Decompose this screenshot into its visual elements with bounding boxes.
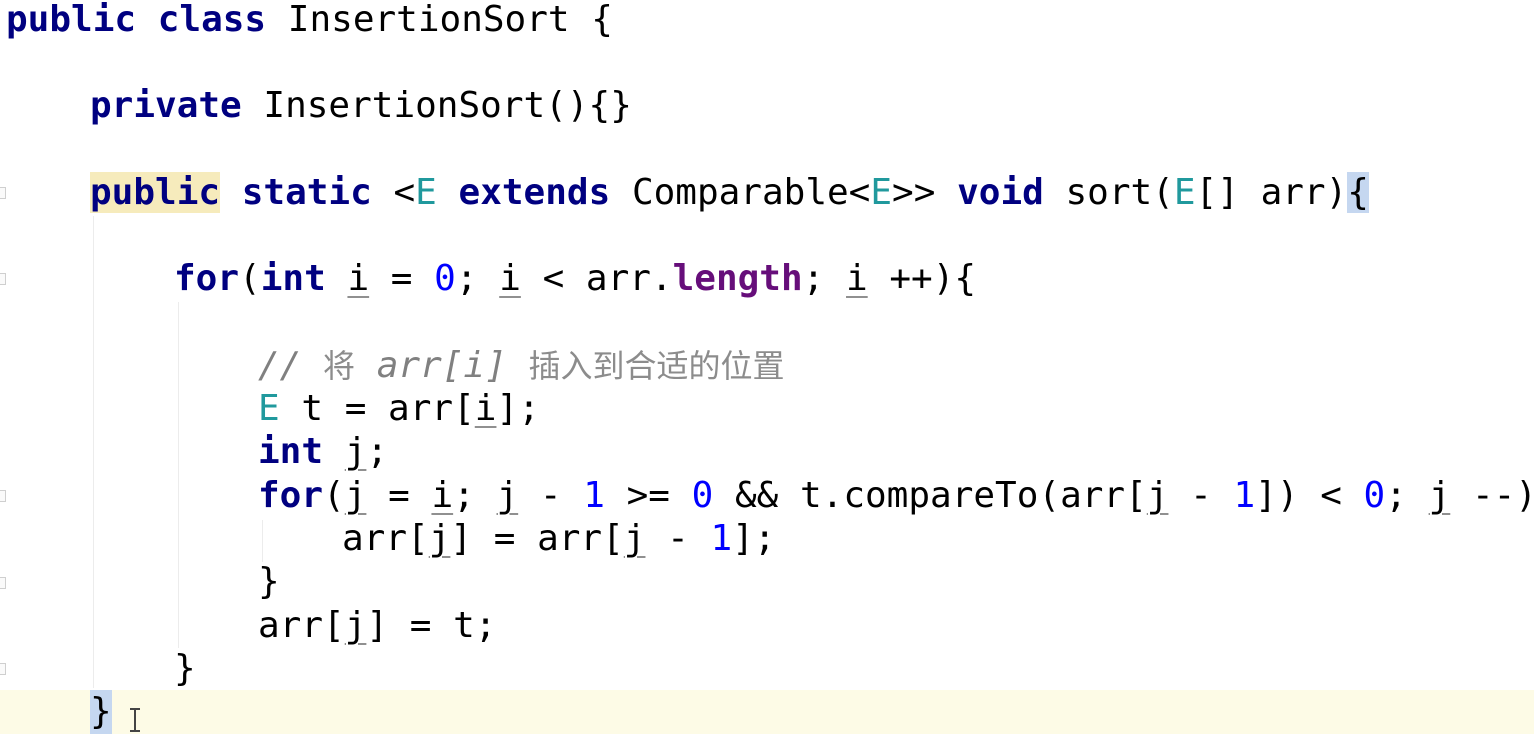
keyword: for <box>174 258 240 299</box>
keyword: private <box>90 85 242 126</box>
code-token: >= <box>604 475 692 516</box>
variable-i: i <box>499 258 521 299</box>
code-token: < arr. <box>520 258 673 299</box>
code-token: ( <box>239 258 261 299</box>
code-line[interactable]: for(int i = 0; i < arr.length; i ++){ <box>0 257 1534 301</box>
code-token: } <box>174 648 196 689</box>
code-token: && t.compareTo(arr[ <box>713 475 1147 516</box>
code-token: ( <box>323 475 345 516</box>
code-token: --){ <box>1471 475 1534 516</box>
keyword: int <box>260 258 326 299</box>
number-literal: 1 <box>1233 475 1256 516</box>
comment-cjk-text: 将 <box>323 347 356 385</box>
text-cursor-icon <box>130 708 140 732</box>
code-token: ; <box>455 258 500 299</box>
keyword: for <box>258 475 324 516</box>
variable-i: i <box>846 258 868 299</box>
code-token: < <box>393 172 416 213</box>
code-line[interactable]: } <box>0 560 1534 604</box>
keyword: public <box>6 0 137 40</box>
code-token: >> <box>892 172 936 213</box>
code-token: = <box>366 475 432 516</box>
keyword: class <box>157 0 267 40</box>
code-line[interactable]: arr[j] = t; <box>0 604 1534 648</box>
comment-cjk-text: 插入到合适的位置 <box>528 347 785 385</box>
keyword: extends <box>458 172 611 213</box>
variable-i: i <box>431 475 454 516</box>
number-literal: 0 <box>434 258 456 299</box>
code-line[interactable]: public class InsertionSort { <box>0 0 1534 42</box>
code-token: { <box>569 0 613 40</box>
variable-j: j <box>344 475 367 516</box>
variable-j: j <box>623 518 646 559</box>
code-line[interactable]: for(j = i; j - 1 >= 0 && t.compareTo(arr… <box>0 474 1534 518</box>
keyword: int <box>258 431 324 472</box>
code-line[interactable]: // 将 arr[i] 插入到合适的位置 <box>0 344 1534 388</box>
code-token: } <box>258 561 280 602</box>
type-parameter: E <box>415 172 437 213</box>
variable-i: i <box>347 258 370 299</box>
code-editor[interactable]: public class InsertionSort { private Ins… <box>0 0 1534 734</box>
keyword: void <box>957 172 1044 213</box>
code-token: ; <box>1385 475 1429 516</box>
variable-j: j <box>1428 475 1451 516</box>
keyword: public <box>90 172 221 213</box>
variable-i: i <box>474 388 497 429</box>
number-literal: 0 <box>691 475 714 516</box>
current-code-line[interactable]: } <box>0 690 1534 734</box>
code-token: ; <box>802 258 847 299</box>
code-token: - <box>645 518 711 559</box>
code-line[interactable]: public static <E extends Comparable<E>> … <box>0 171 1534 215</box>
code-line[interactable]: private InsertionSort(){} <box>0 84 1534 128</box>
code-token: ++){ <box>867 258 977 299</box>
type-parameter: E <box>1173 172 1196 213</box>
code-token: [] arr) <box>1195 172 1348 213</box>
code-token: ]; <box>732 518 776 559</box>
code-line[interactable]: E t = arr[i]; <box>0 387 1534 431</box>
code-token: arr[ <box>342 518 429 559</box>
code-token: ; <box>366 431 389 472</box>
code-token: - <box>1168 475 1234 516</box>
code-token: arr[ <box>258 605 345 646</box>
code-comment: // 将 arr[i] 插入到合适的位置 <box>258 345 785 386</box>
class-name: InsertionSort <box>287 0 570 40</box>
code-token: = <box>369 258 435 299</box>
matched-brace: { <box>1347 172 1369 213</box>
code-token: ] = arr[ <box>450 518 624 559</box>
variable-j: j <box>496 475 519 516</box>
variable-j: j <box>428 518 451 559</box>
constructor-name: InsertionSort <box>263 85 546 126</box>
variable-j: j <box>344 605 367 646</box>
code-line[interactable]: arr[j] = arr[j - 1]; <box>0 517 1534 561</box>
code-token: t = arr[ <box>279 388 475 429</box>
field-length: length <box>672 258 803 299</box>
code-token: ; <box>453 475 497 516</box>
variable-j: j <box>344 431 367 472</box>
keyword: static <box>241 172 372 213</box>
code-line[interactable]: int j; <box>0 430 1534 474</box>
method-name: sort( <box>1065 172 1174 213</box>
code-token: - <box>518 475 584 516</box>
code-token: Comparable< <box>631 172 871 213</box>
code-token: ]; <box>496 388 540 429</box>
code-token: (){} <box>545 85 632 126</box>
type-parameter: E <box>258 388 280 429</box>
code-token: ] = t; <box>366 605 497 646</box>
code-line[interactable]: } <box>0 647 1534 691</box>
code-token: ]) < <box>1255 475 1364 516</box>
variable-j: j <box>1146 475 1169 516</box>
type-parameter: E <box>870 172 893 213</box>
number-literal: 1 <box>583 475 605 516</box>
number-literal: 1 <box>710 518 733 559</box>
number-literal: 0 <box>1363 475 1386 516</box>
matched-brace: } <box>90 690 112 734</box>
